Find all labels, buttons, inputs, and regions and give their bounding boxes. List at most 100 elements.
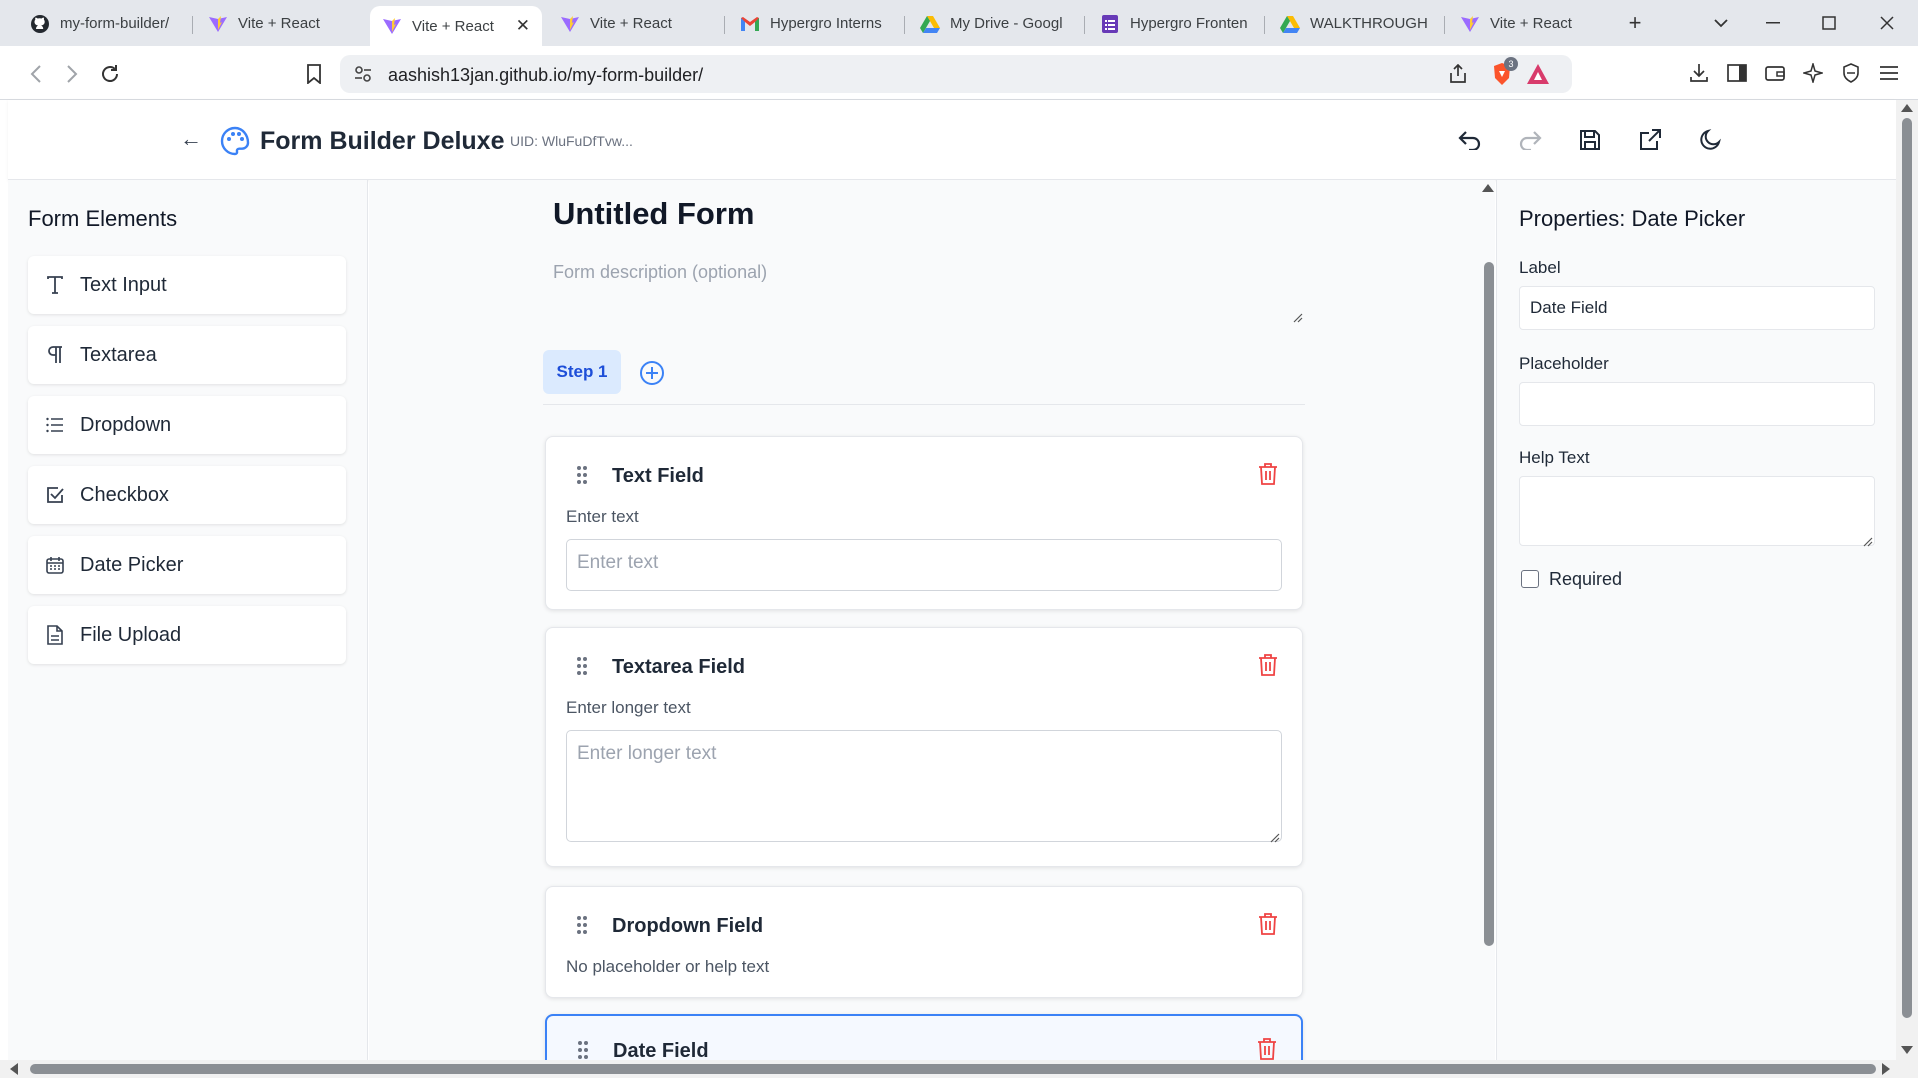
drag-handle-icon[interactable] <box>576 656 588 676</box>
github-icon <box>30 14 50 34</box>
textarea-field-input[interactable]: Enter longer text <box>566 730 1282 842</box>
sidebar-item-label: Dropdown <box>80 413 172 436</box>
tab-separator <box>1264 16 1265 34</box>
sidebar-item-label: Textarea <box>80 343 157 366</box>
browser-tab-7[interactable]: Hypergro Fronten <box>1088 7 1260 40</box>
trash-icon[interactable] <box>1258 913 1280 937</box>
browser-tab-3-active[interactable]: Vite + React ✕ <box>370 6 542 46</box>
sidebar-item-dropdown[interactable]: Dropdown <box>28 396 346 454</box>
site-settings-icon[interactable] <box>354 65 372 88</box>
resize-grip-icon[interactable] <box>1293 310 1303 323</box>
browser-tab-8[interactable]: WALKTHROUGH <box>1268 7 1440 40</box>
downloads-icon[interactable] <box>1684 58 1714 88</box>
field-card-dropdown[interactable]: Dropdown Field No placeholder or help te… <box>545 886 1303 998</box>
field-card-textarea[interactable]: Textarea Field Enter longer text Enter l… <box>545 627 1303 867</box>
browser-toolbar: aashish13jan.github.io/my-form-builder/ … <box>0 46 1918 100</box>
redo-button[interactable] <box>1512 122 1548 158</box>
text-field-input[interactable]: Enter text <box>566 539 1282 591</box>
scroll-up-arrow-icon[interactable] <box>1901 104 1913 112</box>
browser-tab-5[interactable]: Hypergro Interns <box>728 7 900 40</box>
tab-title: WALKTHROUGH <box>1310 15 1428 32</box>
forward-icon[interactable] <box>56 58 88 90</box>
minimize-window-icon[interactable] <box>1756 8 1790 38</box>
placeholder-input[interactable] <box>1519 382 1875 426</box>
browser-tab-4[interactable]: Vite + React <box>548 7 720 40</box>
resize-grip-icon[interactable] <box>1270 830 1280 843</box>
tab-search-chevron-icon[interactable] <box>1704 8 1738 38</box>
sidebar-item-date-picker[interactable]: Date Picker <box>28 536 346 594</box>
scroll-down-arrow-icon[interactable] <box>1901 1046 1913 1054</box>
field-help-text: No placeholder or help text <box>566 957 770 976</box>
share-icon[interactable] <box>1448 63 1468 89</box>
maximize-window-icon[interactable] <box>1812 8 1846 38</box>
address-bar[interactable]: aashish13jan.github.io/my-form-builder/ … <box>340 55 1572 93</box>
scroll-left-arrow-icon[interactable] <box>10 1063 18 1075</box>
vite-icon <box>560 14 580 34</box>
help-text-input[interactable] <box>1519 476 1875 546</box>
menu-hamburger-icon[interactable] <box>1874 58 1904 88</box>
properties-panel: Properties: Date Picker Label Date Field… <box>1496 180 1896 1060</box>
wallet-icon[interactable] <box>1760 58 1790 88</box>
back-arrow-icon[interactable]: ← <box>180 126 202 152</box>
brave-shields-icon[interactable]: 3 <box>1490 57 1518 92</box>
browser-tab-1[interactable]: my-form-builder/ <box>18 7 190 40</box>
new-tab-plus-icon[interactable]: + <box>1618 8 1652 38</box>
calendar-icon <box>44 554 66 576</box>
page-vertical-scrollbar-thumb[interactable] <box>1902 118 1912 1018</box>
sidebar-toggle-icon[interactable] <box>1722 58 1752 88</box>
reload-icon[interactable] <box>94 58 126 90</box>
google-drive-icon <box>1280 14 1300 34</box>
field-name: Date Field <box>613 1040 709 1060</box>
sidebar-item-text-input[interactable]: Text Input <box>28 256 346 314</box>
text-icon <box>44 274 66 296</box>
field-card-date-selected[interactable]: Date Field <box>545 1014 1303 1060</box>
tab-separator <box>192 16 193 34</box>
field-name: Text Field <box>612 465 704 487</box>
bookmark-icon[interactable] <box>298 58 330 90</box>
close-tab-icon[interactable]: ✕ <box>516 16 530 36</box>
save-button[interactable] <box>1572 122 1608 158</box>
drag-handle-icon[interactable] <box>576 465 588 485</box>
form-title-input[interactable]: Untitled Form <box>553 196 755 232</box>
label-input[interactable]: Date Field <box>1519 286 1875 330</box>
sidebar-item-checkbox[interactable]: Checkbox <box>28 466 346 524</box>
trash-icon[interactable] <box>1258 654 1280 678</box>
field-card-text[interactable]: Text Field Enter text Enter text <box>545 436 1303 610</box>
vite-icon <box>208 14 228 34</box>
close-window-icon[interactable] <box>1870 8 1904 38</box>
tab-separator <box>904 16 905 34</box>
browser-tab-2[interactable]: Vite + React <box>196 7 368 40</box>
steps-divider <box>543 404 1305 405</box>
brave-rewards-icon[interactable] <box>1526 63 1550 90</box>
back-icon[interactable] <box>20 58 52 90</box>
leo-ai-icon[interactable] <box>1798 58 1828 88</box>
sidebar-item-file-upload[interactable]: File Upload <box>28 606 346 664</box>
browser-tab-9[interactable]: Vite + React <box>1448 7 1620 40</box>
form-description-input[interactable]: Form description (optional) <box>553 262 1289 326</box>
resize-grip-icon[interactable] <box>1863 534 1873 547</box>
add-step-plus-icon[interactable] <box>639 360 665 386</box>
trash-icon[interactable] <box>1258 463 1280 487</box>
form-elements-sidebar: Form Elements Text Input Textarea Dropdo… <box>8 180 368 1060</box>
undo-button[interactable] <box>1452 122 1488 158</box>
drag-handle-icon[interactable] <box>576 915 588 935</box>
drag-handle-icon[interactable] <box>577 1040 589 1060</box>
tab-title: my-form-builder/ <box>60 15 170 32</box>
sidebar-item-textarea[interactable]: Textarea <box>28 326 346 384</box>
page-horizontal-scrollbar-thumb[interactable] <box>30 1064 1876 1074</box>
dark-mode-moon-button[interactable] <box>1692 122 1728 158</box>
required-checkbox[interactable] <box>1521 570 1539 588</box>
browser-tab-6[interactable]: My Drive - Googl <box>908 7 1080 40</box>
sidebar-item-label: File Upload <box>80 623 182 646</box>
user-id-label: UID: WluFuDfTvw... <box>510 133 633 149</box>
vpn-shield-icon[interactable] <box>1836 58 1866 88</box>
preview-external-link-button[interactable] <box>1632 122 1668 158</box>
paragraph-icon <box>44 344 66 366</box>
trash-icon[interactable] <box>1257 1038 1279 1060</box>
tab-title: Hypergro Interns <box>770 15 882 32</box>
palette-icon <box>220 126 250 156</box>
scroll-right-arrow-icon[interactable] <box>1882 1063 1890 1075</box>
tab-step-1[interactable]: Step 1 <box>543 350 621 394</box>
canvas-scrollbar-thumb[interactable] <box>1484 262 1494 946</box>
scroll-up-arrow-icon[interactable] <box>1482 184 1494 192</box>
